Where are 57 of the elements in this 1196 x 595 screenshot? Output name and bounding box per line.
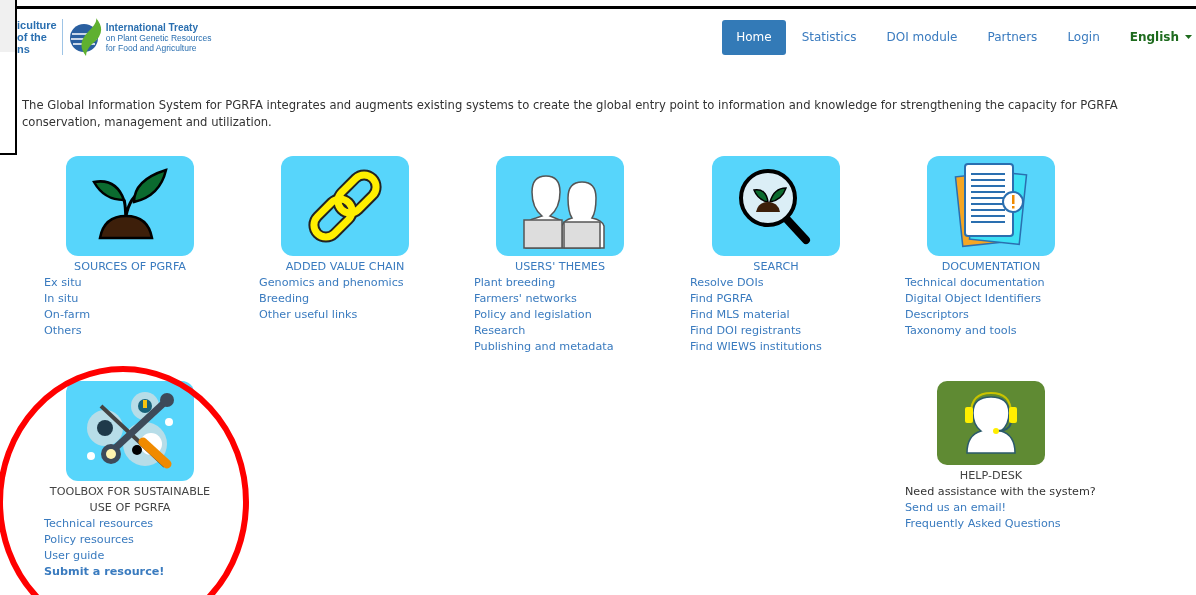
tools-and-gears-icon[interactable] <box>66 381 194 481</box>
section-link[interactable]: Descriptors <box>905 307 969 323</box>
section-link[interactable]: Taxonomy and tools <box>905 323 1017 339</box>
seedling-icon[interactable] <box>66 156 194 256</box>
section-link[interactable]: Find PGRFA <box>690 291 753 307</box>
section-link[interactable]: Other useful links <box>259 307 358 323</box>
section-link[interactable]: On-farm <box>44 307 91 323</box>
two-people-icon[interactable] <box>496 156 624 256</box>
logo-text: ns <box>17 43 31 55</box>
section-link[interactable]: Technical documentation <box>905 275 1045 291</box>
section-link[interactable]: User guide <box>44 548 105 564</box>
section-link[interactable]: Find WIEWS institutions <box>690 339 822 355</box>
section-link[interactable]: Frequently Asked Questions <box>905 516 1061 532</box>
section-title[interactable]: USERS' THEMES <box>474 259 646 275</box>
section-link[interactable]: In situ <box>44 291 79 307</box>
section-title: HELP-DESK <box>958 468 1024 484</box>
logo-subtitle: on Plant Genetic Resources <box>105 32 212 43</box>
nav-link[interactable]: Statistics <box>787 19 871 55</box>
logo-text: of the <box>17 31 48 43</box>
section-link[interactable]: Find DOI registrants <box>690 323 802 339</box>
section-link[interactable]: Send us an email! <box>905 500 1007 516</box>
intro-text: The Global Information System for PGRFA integrates and augments existing systems to create the global entry point to information and knowledge for strengthening the capacity for PGRFA conservation, management and utilization. <box>22 97 1119 131</box>
dna-leaf-logo-icon <box>67 16 104 58</box>
section-link[interactable]: Farmers' networks <box>474 291 577 307</box>
nav-link[interactable]: Home <box>722 19 786 55</box>
nav-link[interactable]: Login <box>1053 19 1114 55</box>
chain-link-icon[interactable] <box>281 156 409 256</box>
headset-person-icon[interactable] <box>937 381 1045 465</box>
section-title[interactable]: ADDED VALUE CHAIN <box>259 259 431 275</box>
section-link[interactable]: Resolve DOIs <box>690 275 764 291</box>
documents-icon[interactable] <box>927 156 1055 256</box>
section-link[interactable]: Policy and legislation <box>474 307 592 323</box>
section-link[interactable]: Others <box>44 323 82 339</box>
help-text: Need assistance with the system? <box>905 484 1097 500</box>
section-link[interactable]: Breeding <box>259 291 310 307</box>
section-link[interactable]: Digital Object Identifiers <box>905 291 1042 307</box>
section-link[interactable]: Plant breeding <box>474 275 556 291</box>
caret-icon <box>1185 35 1192 39</box>
section-link[interactable]: Policy resources <box>44 532 134 548</box>
section-link[interactable]: Find MLS material <box>690 307 790 323</box>
nav-link[interactable]: Partners <box>973 19 1052 55</box>
language-dropdown[interactable]: English <box>1115 19 1192 55</box>
logo-title: International Treaty <box>105 21 199 33</box>
nav-link[interactable]: DOI module <box>872 19 972 55</box>
section-link[interactable]: Technical resources <box>44 516 154 532</box>
section-link[interactable]: Publishing and metadata <box>474 339 614 355</box>
section-title[interactable]: DOCUMENTATION <box>905 259 1077 275</box>
section-link[interactable]: Research <box>474 323 526 339</box>
section-link[interactable]: Submit a resource! <box>44 564 165 580</box>
logo-subtitle: for Food and Agriculture <box>105 42 198 53</box>
section-link[interactable]: Ex situ <box>44 275 82 291</box>
search-icon[interactable] <box>712 156 840 256</box>
section-title[interactable]: SOURCES OF PGRFA <box>44 259 216 275</box>
section-link[interactable]: Genomics and phenomics <box>259 275 404 291</box>
section-title: TOOLBOX FOR SUSTAINABLE USE OF PGRFA <box>48 484 212 516</box>
logo-text: iculture <box>17 19 57 31</box>
section-title[interactable]: SEARCH <box>690 259 862 275</box>
